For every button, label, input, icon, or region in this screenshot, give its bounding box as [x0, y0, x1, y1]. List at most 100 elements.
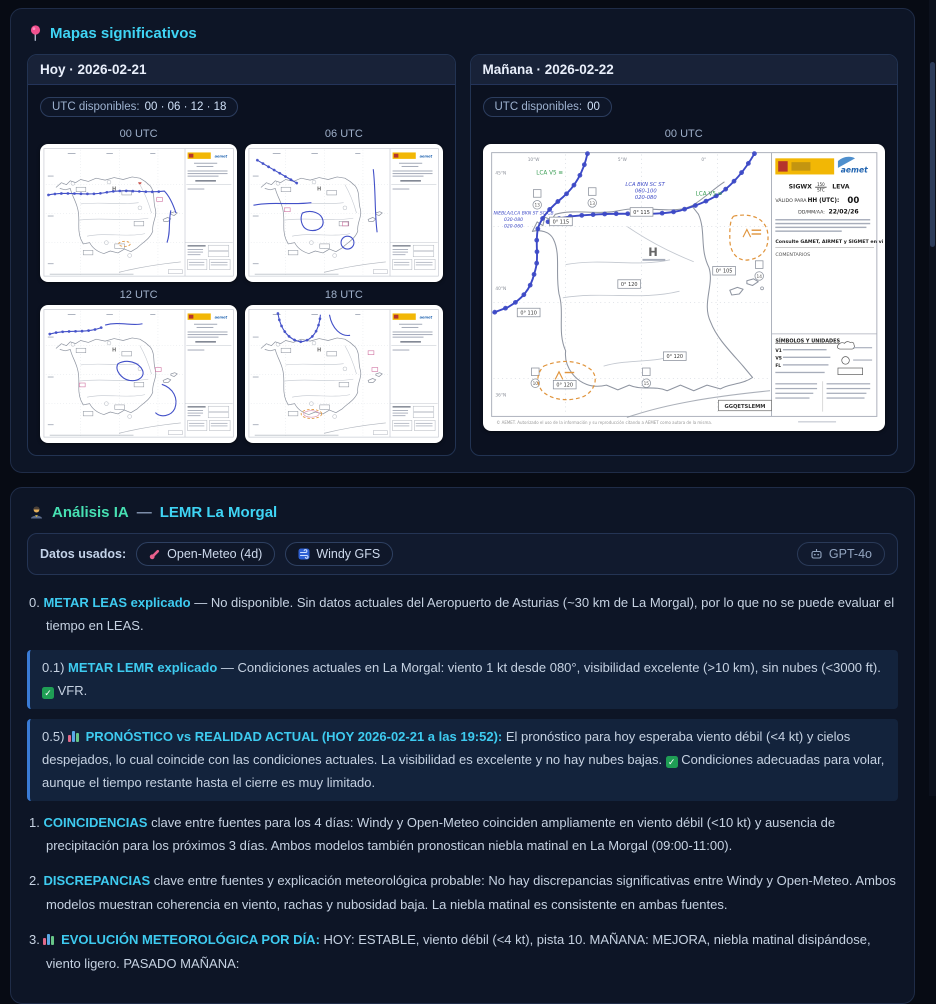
- analysis-item-number: 0.5): [42, 729, 68, 744]
- svg-text:020-060: 020-060: [503, 224, 522, 230]
- panel-tomorrow-header: Mañana · 2026-02-22: [471, 55, 898, 85]
- bar-chart-icon: [43, 934, 55, 945]
- data-sources-bar: Datos usados: Open-Meteo (4d) Windy GFS: [27, 533, 898, 575]
- svg-text:10°W: 10°W: [527, 157, 540, 163]
- svg-text:LCA V5 ≡: LCA V5 ≡: [695, 191, 722, 197]
- utc-available-pill-today: UTC disponibles: 00 · 06 · 12 · 18: [40, 97, 238, 117]
- svg-text:V1: V1: [775, 348, 781, 354]
- utc-available-label: UTC disponibles:: [495, 101, 583, 113]
- analysis-item-term: DISCREPANCIAS: [43, 873, 150, 888]
- source-chip-open-meteo[interactable]: Open-Meteo (4d): [136, 542, 275, 566]
- map-caption: 06 UTC: [245, 128, 442, 140]
- weather-map-thumbnail-06[interactable]: [245, 144, 442, 282]
- windy-icon: [298, 548, 310, 560]
- panel-today-header: Hoy · 2026-02-21: [28, 55, 455, 85]
- analysis-section-title: Análisis IA — LEMR La Morgal: [29, 504, 898, 521]
- analysis-item-term: PRONÓSTICO vs REALIDAD ACTUAL (HOY 2026-…: [86, 729, 503, 744]
- page: Mapas significativos Hoy · 2026-02-21 UT…: [10, 8, 915, 1004]
- svg-text:150: 150: [817, 182, 825, 187]
- svg-text:13: 13: [534, 203, 540, 209]
- utc-available-values: 00 · 06 · 12 · 18: [145, 101, 227, 113]
- today-maps-grid: 00 UTC 06 UTC 12 UTC: [40, 125, 443, 443]
- map-cell-00utc: 00 UTC: [40, 125, 237, 282]
- svg-text:Consulte GAMET, AIRMET y SIGME: Consulte GAMET, AIRMET y SIGMET en vigor: [775, 239, 883, 245]
- thermometer-icon: [149, 548, 161, 560]
- analysis-item-term: EVOLUCIÓN METEOROLÓGICA POR DÍA:: [61, 932, 320, 947]
- map-cell-big-00utc: 00 UTC 10°W 5°W 0° 45°N: [483, 125, 886, 431]
- svg-text:© AEMET. Autorizado el uso de: © AEMET. Autorizado el uso de la informa…: [496, 420, 712, 425]
- svg-text:FL: FL: [775, 363, 781, 369]
- title-dash: —: [137, 504, 152, 521]
- analysis-section: Análisis IA — LEMR La Morgal Datos usado…: [10, 487, 915, 1004]
- source-chip-windy[interactable]: Windy GFS: [285, 542, 393, 566]
- map-cell-12utc: 12 UTC: [40, 286, 237, 443]
- map-panels: Hoy · 2026-02-21 UTC disponibles: 00 · 0…: [27, 54, 898, 456]
- svg-text:SFC: SFC: [817, 188, 825, 193]
- svg-text:H: H: [648, 245, 658, 259]
- weather-map-thumbnail-18[interactable]: [245, 305, 442, 443]
- analysis-item: 2. DISCREPANCIAS clave entre fuentes y e…: [29, 869, 896, 916]
- svg-text:aemet: aemet: [840, 166, 867, 175]
- svg-text:0° 105: 0° 105: [715, 269, 732, 275]
- analysis-list: 0. METAR LEAS explicado — No disponible.…: [27, 591, 898, 975]
- maps-section: Mapas significativos Hoy · 2026-02-21 UT…: [10, 8, 915, 473]
- svg-text:SÍMBOLOS Y UNIDADES: SÍMBOLOS Y UNIDADES: [775, 336, 840, 344]
- panel-today: Hoy · 2026-02-21 UTC disponibles: 00 · 0…: [27, 54, 456, 456]
- svg-text:020-080: 020-080: [634, 195, 656, 201]
- svg-text:HH (UTC):: HH (UTC):: [807, 198, 839, 204]
- utc-available-label: UTC disponibles:: [52, 101, 140, 113]
- analysis-title-text: Análisis IA: [52, 504, 129, 521]
- svg-text:GGQETSLEMM: GGQETSLEMM: [724, 404, 765, 410]
- analysis-item-term: METAR LEAS explicado: [43, 595, 190, 610]
- analysis-item: 3. EVOLUCIÓN METEOROLÓGICA POR DÍA: HOY:…: [29, 928, 896, 975]
- svg-text:15: 15: [643, 381, 649, 387]
- analysis-item-number: 0.: [29, 595, 43, 610]
- utc-available-values: 00: [587, 101, 600, 113]
- weather-map-thumbnail-00[interactable]: [40, 144, 237, 282]
- svg-text:0° 120: 0° 120: [556, 383, 573, 389]
- svg-text:0° 120: 0° 120: [620, 282, 637, 288]
- svg-text:SIGWX: SIGWX: [788, 184, 812, 191]
- map-caption: 18 UTC: [245, 289, 442, 301]
- svg-text:0° 120: 0° 120: [666, 354, 683, 360]
- analysis-item-number: 1.: [29, 815, 43, 830]
- svg-text:030-080: 030-080: [503, 217, 522, 223]
- svg-text:COMENTARIOS: COMENTARIOS: [775, 252, 810, 258]
- map-caption: 12 UTC: [40, 289, 237, 301]
- data-sources-left: Datos usados: Open-Meteo (4d) Windy GFS: [40, 542, 393, 566]
- svg-text:LCA BKN SC ST: LCA BKN SC ST: [625, 182, 665, 188]
- weather-map-large-00[interactable]: 10°W 5°W 0° 45°N 40°N 36°N: [483, 144, 886, 431]
- svg-text:DD/MM/AA:: DD/MM/AA:: [798, 209, 825, 215]
- svg-text:NIEBLA/LCA BKN ST SC CB: NIEBLA/LCA BKN ST SC CB: [493, 210, 553, 216]
- map-caption: 00 UTC: [483, 128, 886, 140]
- source-chip-label: Open-Meteo (4d): [167, 547, 262, 561]
- analysis-item-term: METAR LEMR explicado: [68, 660, 217, 675]
- bar-chart-icon: [68, 731, 80, 742]
- svg-text:VS: VS: [775, 355, 782, 361]
- svg-text:060-100: 060-100: [634, 188, 656, 194]
- svg-text:00: 00: [847, 196, 859, 206]
- robot-icon: [810, 548, 823, 560]
- svg-text:36°N: 36°N: [495, 392, 506, 398]
- pushpin-icon: [29, 25, 42, 42]
- panel-tomorrow-body: UTC disponibles: 00 00 UTC 10°W: [471, 85, 898, 443]
- svg-text:40°N: 40°N: [495, 286, 506, 292]
- analysis-title-airport: LEMR La Morgal: [160, 504, 278, 521]
- map-caption: 00 UTC: [40, 128, 237, 140]
- svg-text:0° 110: 0° 110: [520, 311, 537, 317]
- weather-map-thumbnail-12[interactable]: [40, 305, 237, 443]
- model-chip-gpt4o: GPT-4o: [797, 542, 885, 566]
- source-chip-label: Windy GFS: [316, 547, 380, 561]
- analysis-item: 1. COINCIDENCIAS clave entre fuentes par…: [29, 811, 896, 858]
- scrollbar-track[interactable]: [929, 0, 936, 796]
- panel-tomorrow: Mañana · 2026-02-22 UTC disponibles: 00 …: [470, 54, 899, 456]
- data-sources-label: Datos usados:: [40, 547, 126, 561]
- maps-section-title: Mapas significativos: [29, 25, 898, 42]
- svg-text:13: 13: [589, 201, 595, 207]
- scrollbar-thumb[interactable]: [930, 62, 935, 247]
- svg-text:45°N: 45°N: [495, 170, 506, 176]
- svg-text:14: 14: [756, 274, 762, 280]
- svg-text:22/02/26: 22/02/26: [828, 208, 858, 215]
- svg-text:0° 115: 0° 115: [552, 219, 569, 225]
- svg-text:LEVA: LEVA: [832, 184, 849, 191]
